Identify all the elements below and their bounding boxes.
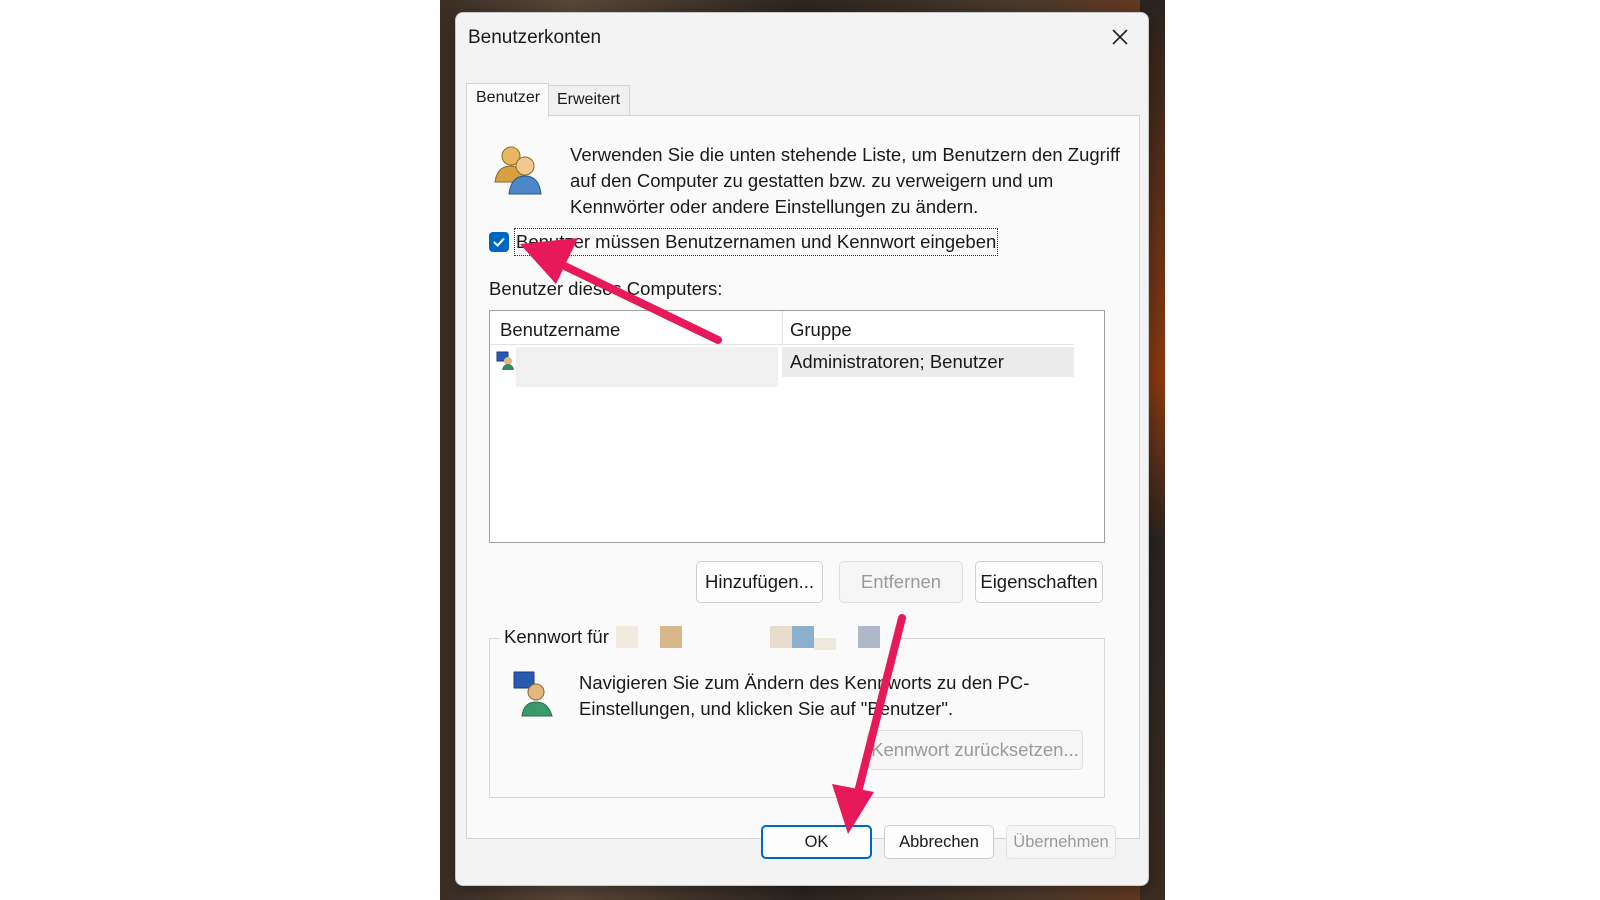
redacted-block xyxy=(660,626,682,648)
user-password-icon xyxy=(513,671,553,717)
user-account-icon xyxy=(496,351,514,370)
list-header: Benutzername Gruppe xyxy=(490,311,1074,345)
remove-user-label: Entfernen xyxy=(860,571,942,592)
apply-label: Übernehmen xyxy=(1013,832,1109,851)
column-header-benutzername[interactable]: Benutzername xyxy=(500,319,620,341)
cancel-label: Abbrechen xyxy=(899,832,979,851)
add-user-button[interactable]: Hinzufügen... xyxy=(696,561,823,603)
apply-button[interactable]: Übernehmen xyxy=(1006,825,1116,859)
intro-text: Verwenden Sie die unten stehende Liste, … xyxy=(570,144,1120,217)
properties-button[interactable]: Eigenschaften xyxy=(975,561,1103,603)
redacted-block xyxy=(858,626,880,648)
properties-label: Eigenschaften xyxy=(980,571,1098,592)
ok-label: OK xyxy=(804,832,829,851)
password-group-legend: Kennwort für xyxy=(500,626,900,652)
user-group-cell: Administratoren; Benutzer xyxy=(790,351,1004,372)
column-header-gruppe[interactable]: Gruppe xyxy=(790,319,852,341)
close-icon xyxy=(1112,29,1128,45)
cancel-button[interactable]: Abbrechen xyxy=(884,825,994,859)
redacted-block xyxy=(792,626,814,648)
remove-user-button[interactable]: Entfernen xyxy=(839,561,963,603)
users-list[interactable]: Benutzername Gruppe Administratoren; Ben… xyxy=(489,310,1105,543)
redacted-block xyxy=(814,638,836,650)
tab-erweitert[interactable]: Erweitert xyxy=(548,85,630,117)
checkmark-icon xyxy=(493,237,505,247)
redacted-block xyxy=(770,626,792,648)
table-row[interactable]: Administratoren; Benutzer xyxy=(490,347,1074,387)
password-legend-label: Kennwort für xyxy=(504,626,609,647)
users-icon xyxy=(494,146,542,195)
reset-password-button[interactable]: Kennwort zurücksetzen... xyxy=(867,730,1083,770)
users-list-caption: Benutzer dieses Computers: xyxy=(489,278,723,299)
tab-benutzer[interactable]: Benutzer xyxy=(466,83,549,117)
title-bar: Benutzerkonten xyxy=(456,13,1148,63)
dialog-title: Benutzerkonten xyxy=(468,27,602,48)
require-login-checkbox[interactable] xyxy=(489,232,509,252)
reset-password-label: Kennwort zurücksetzen... xyxy=(871,739,1079,760)
password-info-text: Navigieren Sie zum Ändern des Kennworts … xyxy=(579,672,1030,719)
close-button[interactable] xyxy=(1100,21,1140,53)
tab-panel: Verwenden Sie die unten stehende Liste, … xyxy=(466,115,1140,839)
ok-button[interactable]: OK xyxy=(761,825,872,859)
add-user-label: Hinzufügen... xyxy=(704,571,814,592)
user-accounts-dialog: Benutzerkonten Benutzer Erweitert Verwen… xyxy=(455,12,1149,886)
require-login-label[interactable]: Benutzer müssen Benutzernamen und Kennwo… xyxy=(514,228,999,256)
redacted-username xyxy=(516,347,778,387)
redacted-block xyxy=(616,626,638,648)
column-divider[interactable] xyxy=(782,311,783,345)
